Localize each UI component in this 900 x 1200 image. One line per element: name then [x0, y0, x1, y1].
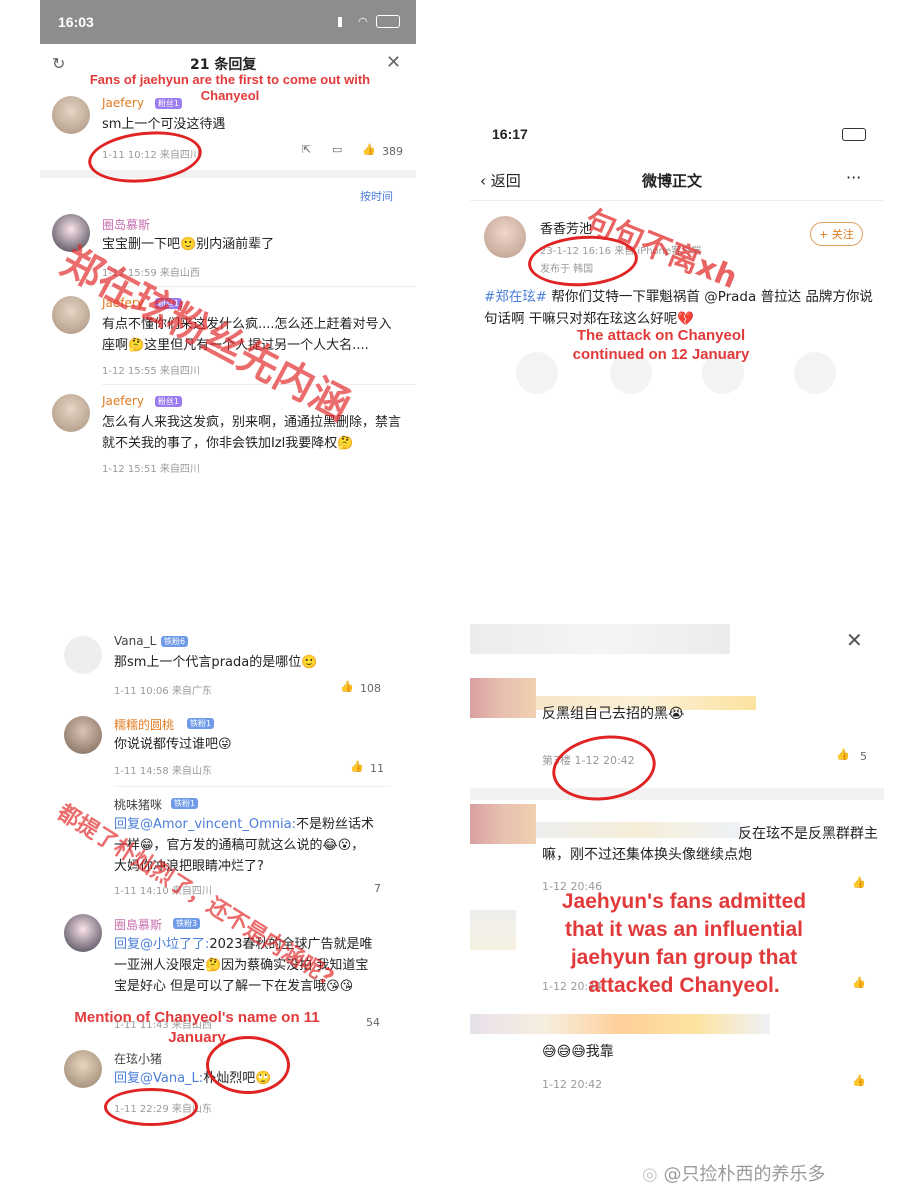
fan-badge: 铁粉6: [161, 636, 189, 647]
post-body: #郑在玹# 帮你们艾特一下罪魁祸首 @Prada 普拉达 品牌方你说句话啊 干嘛…: [484, 286, 874, 330]
like-icon[interactable]: 👍: [362, 143, 376, 156]
back-label: 返回: [490, 172, 521, 190]
sheet-title: 21 条回复: [190, 57, 257, 73]
nav-bar: ‹ 返回 微博正文 ···: [470, 160, 884, 201]
fan-badge: 粉丝1: [155, 396, 183, 407]
comment-text: 😅😅😅我靠: [542, 1044, 614, 1060]
comment-text: 反黑组自己去招的黑😭: [542, 706, 685, 722]
like-icon[interactable]: 👍: [852, 876, 866, 889]
comment-meta: 1-12 20:42: [542, 1078, 603, 1091]
comment-username[interactable]: Vana_L: [114, 634, 156, 648]
highlight-circle: [206, 1036, 290, 1094]
close-icon[interactable]: ✕: [386, 52, 401, 73]
refresh-icon[interactable]: ↻: [52, 54, 65, 73]
comment-text: 那sm上一个代言prada的是哪位🙂: [114, 655, 318, 670]
save-image-icon[interactable]: [794, 352, 836, 394]
comment-text: 怎么有人来我这发疯，别来啊，通通拉黑删除，禁言就不关我的事了，你非会铁加Izl我…: [102, 415, 402, 451]
comment-username[interactable]: 桃味猪咪: [114, 796, 162, 813]
annotation-text: Fans of jaehyun are the first to come ou…: [89, 72, 371, 103]
battery-icon: [376, 15, 400, 28]
wechat-share-icon[interactable]: [516, 352, 558, 394]
like-count: 5: [860, 750, 867, 763]
battery-icon: [842, 128, 866, 141]
reply-mention[interactable]: 回复@Amor_vincent_Omnia:: [114, 817, 296, 832]
sort-by-time[interactable]: 按时间: [360, 188, 393, 204]
comment-meta: 1-12 15:51 来自四川: [102, 464, 200, 475]
watermark: ◎ @只捡朴西的养乐多: [642, 1160, 825, 1186]
comment-meta: 1-12 15:55 来自四川: [102, 366, 200, 377]
avatar[interactable]: [484, 216, 526, 258]
comment-icon[interactable]: ▭: [332, 143, 342, 156]
comment-username[interactable]: 糯糯的圆桃: [114, 716, 174, 733]
like-count: 54: [366, 1016, 380, 1029]
like-icon[interactable]: 👍: [350, 760, 364, 773]
like-icon[interactable]: 👍: [836, 748, 850, 761]
like-count: 11: [370, 762, 384, 775]
avatar[interactable]: [64, 1050, 102, 1088]
comment-username[interactable]: 圈島慕斯: [114, 916, 162, 933]
avatar[interactable]: [52, 394, 90, 432]
post-hashtag[interactable]: #郑在玹#: [484, 289, 547, 305]
page-title: 微博正文: [642, 172, 703, 190]
back-button[interactable]: ‹ 返回: [480, 170, 521, 191]
like-count: 7: [374, 882, 381, 895]
like-count: 108: [360, 682, 381, 695]
like-icon[interactable]: 👍: [852, 1074, 866, 1087]
like-icon[interactable]: 👍: [340, 680, 354, 693]
avatar[interactable]: [64, 716, 102, 754]
comment-meta: 1-11 10:06 来自广东: [114, 686, 212, 697]
weibo-logo-icon: ◎: [642, 1164, 658, 1185]
watermark-text: @只捡朴西的养乐多: [663, 1164, 826, 1185]
like-icon[interactable]: 👍: [852, 976, 866, 989]
annotation-text: Jaehyun's fans admitted that it was an i…: [561, 890, 807, 997]
comment-text: 反在玹不是反黑群群主嘛，刚不过还集体换头像继续点炮: [542, 826, 878, 863]
wifi-icon: ◠: [358, 15, 368, 28]
comment-text: 宝宝删一下吧🙂别内涵前辈了: [102, 237, 275, 252]
annotation-text: The attack on Chanyeol continued on 12 J…: [572, 327, 750, 363]
comment-meta: 1-11 14:58 来自山东: [114, 766, 212, 777]
share-icon[interactable]: ⇱: [302, 143, 311, 156]
fan-badge: 铁粉1: [171, 798, 199, 809]
annotation-text: Mention of Chanyeol's name on 11 January: [74, 1009, 320, 1046]
comment-text: 你说说都传过谁吧😜: [114, 737, 232, 752]
comment-username[interactable]: 在玹小猪: [114, 1050, 162, 1067]
comment-username[interactable]: 圈岛慕斯: [102, 216, 150, 233]
highlight-circle: [104, 1088, 198, 1126]
follow-button[interactable]: + 关注: [810, 222, 863, 246]
fan-badge: 铁粉1: [187, 718, 215, 729]
reply-mention[interactable]: 回复@Vana_L:: [114, 1071, 203, 1086]
avatar[interactable]: [52, 296, 90, 334]
status-time: 16:17: [492, 126, 528, 142]
more-icon[interactable]: ···: [846, 168, 861, 187]
reply-mention[interactable]: 回复@小垃了了:: [114, 937, 209, 952]
status-time: 16:03: [58, 14, 94, 30]
status-bar: 16:03 ◠: [40, 0, 416, 44]
signal-icon: [338, 17, 352, 27]
close-icon[interactable]: ✕: [846, 628, 863, 652]
like-count: 389: [382, 145, 403, 158]
avatar[interactable]: [64, 914, 102, 952]
fan-badge: 铁粉3: [173, 918, 201, 929]
avatar[interactable]: [64, 636, 102, 674]
panel-blurred-replies: ✕ 反黑组自己去招的黑😭 第3楼 1-12 20:42 👍 5 反在玹不是反黑群…: [470, 616, 884, 1116]
comment-username[interactable]: Jaefery: [102, 394, 144, 408]
